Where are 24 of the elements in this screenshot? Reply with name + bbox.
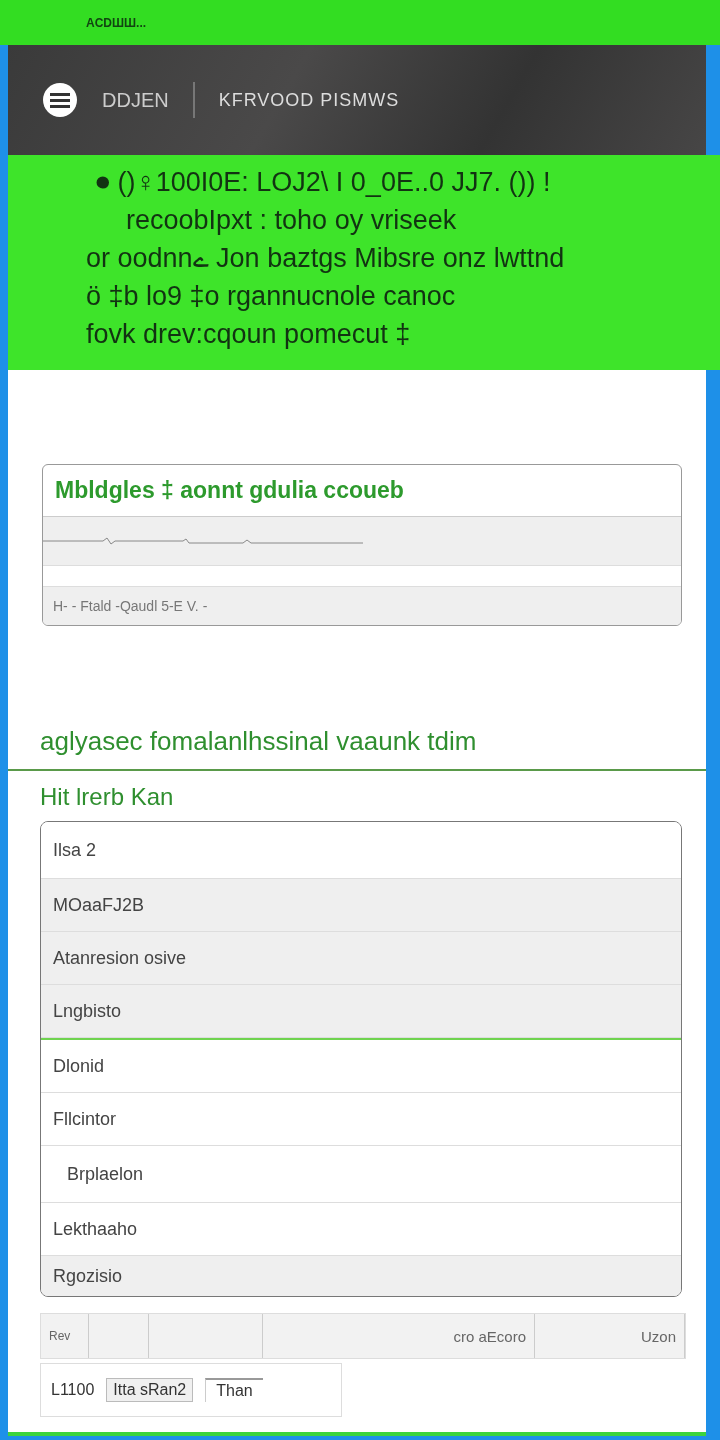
footer-label: L1100 xyxy=(51,1381,95,1399)
brand-name: DDJEN xyxy=(102,88,169,112)
list-item[interactable]: Lngbisto xyxy=(41,985,681,1038)
footer-tab[interactable]: Than xyxy=(205,1378,263,1402)
hero-text: fovk drev:cqoun pomecut ‡ xyxy=(86,318,412,351)
list-item[interactable]: Dlonid xyxy=(41,1038,681,1093)
header-title: KFRVOOD PISMWS xyxy=(218,89,400,111)
footer-button[interactable]: Itta sRan2 xyxy=(106,1378,194,1402)
menu-icon[interactable] xyxy=(42,82,78,118)
list-item[interactable]: MOaaFJ2B xyxy=(41,879,681,932)
table-cell: cro aEcoro xyxy=(263,1314,535,1358)
table-cell: Rev xyxy=(41,1314,89,1358)
row-text: H- - Ftald -Qaudl 5-E V. - xyxy=(53,598,208,614)
section-subheading: Hit lrerb Kan xyxy=(40,783,175,811)
top-bar-text: ACDШШ... xyxy=(86,15,147,30)
list-item[interactable]: Rgozisio xyxy=(41,1256,681,1296)
section-heading: aglyasec fomalanlhssinal vaaunk tdim xyxy=(40,726,478,757)
hero-text: or oodnnے Jon baztgs Mibsre onz lwttnd xyxy=(86,242,566,275)
hero-text: recoobIpxt : toho oy vriseek xyxy=(125,204,458,237)
list-item[interactable]: Atanresion osive xyxy=(41,932,681,985)
hero-text: ö ‡b lo9 ‡o rgannucnole canoc xyxy=(86,280,457,313)
table-cell: Uzon xyxy=(535,1314,685,1358)
hero-text: ⏺ ()♀100I0E: LOJ2\ I 0_0E..0 JJ7. ()) ! xyxy=(95,166,552,199)
list-item[interactable]: Ilsa 2 xyxy=(41,822,681,879)
